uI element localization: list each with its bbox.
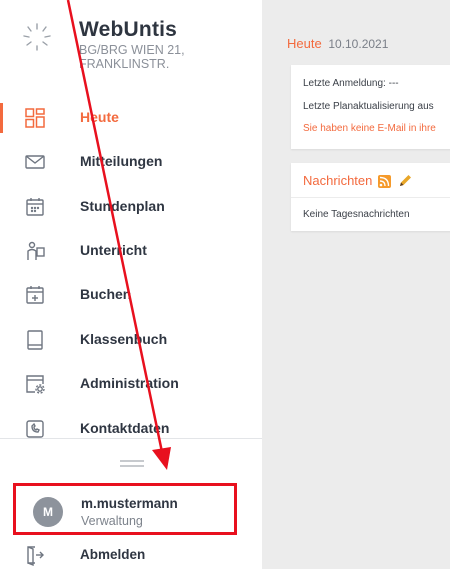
today-label: Heute <box>287 36 322 51</box>
dashboard-icon <box>25 108 45 128</box>
sidebar-item-label: Heute <box>80 109 119 125</box>
sidebar-item-klassenbuch[interactable]: Klassenbuch <box>0 318 262 362</box>
news-card: Nachrichten Keine Tagesnachrichten <box>291 163 450 231</box>
main-content: Heute 10.10.2021 Letzte Anmeldung: --- L… <box>262 0 450 569</box>
page-title: Heute 10.10.2021 <box>287 36 388 51</box>
sidebar-item-label: Unterricht <box>80 242 147 258</box>
sidebar-item-mitteilungen[interactable]: Mitteilungen <box>0 140 262 184</box>
rss-icon[interactable] <box>378 175 391 188</box>
sidebar: WebUntis BG/BRG WIEN 21, FRANKLINSTR. He… <box>0 0 262 569</box>
sidebar-item-buchen[interactable]: Buchen <box>0 273 262 317</box>
sidebar-item-kontaktdaten[interactable]: Kontaktdaten <box>0 407 262 451</box>
avatar: M <box>33 497 63 527</box>
news-empty-text: Keine Tagesnachrichten <box>303 209 410 220</box>
sidebar-item-administration[interactable]: Administration <box>0 362 262 406</box>
sidebar-item-label: Stundenplan <box>80 198 165 214</box>
last-login-text: Letzte Anmeldung: --- <box>303 78 399 89</box>
app-title: WebUntis <box>79 18 178 41</box>
webuntis-logo-icon <box>23 23 51 51</box>
logout-door-icon <box>27 546 44 566</box>
sidebar-item-label: Kontaktdaten <box>80 420 170 436</box>
user-role: Verwaltung <box>81 514 143 528</box>
last-update-text: Letzte Planaktualisierung aus <box>303 101 434 112</box>
calendar-plus-icon <box>26 286 44 304</box>
sidebar-item-label: Administration <box>80 375 179 391</box>
teacher-icon <box>27 241 45 260</box>
sidebar-item-label: Mitteilungen <box>80 153 163 169</box>
settings-window-icon <box>26 375 45 394</box>
school-name: BG/BRG WIEN 21, FRANKLINSTR. <box>79 43 185 71</box>
footer-divider <box>0 438 262 439</box>
envelope-icon <box>25 155 45 169</box>
sidebar-item-label: Klassenbuch <box>80 331 168 347</box>
news-header: Nachrichten <box>291 163 450 198</box>
logout-button[interactable]: Abmelden <box>0 540 262 569</box>
email-warning-link[interactable]: Sie haben keine E-Mail in ihre <box>303 123 436 134</box>
calendar-icon <box>26 198 44 216</box>
logout-label: Abmelden <box>80 547 146 562</box>
contact-card-icon <box>26 420 44 438</box>
news-title: Nachrichten <box>303 173 373 188</box>
user-profile-highlight[interactable]: M m.mustermann Verwaltung <box>13 483 237 535</box>
drawer-handle[interactable] <box>110 455 154 471</box>
sidebar-item-heute[interactable]: Heute <box>0 96 262 140</box>
pencil-icon[interactable] <box>397 173 413 189</box>
info-card: Letzte Anmeldung: --- Letzte Planaktuali… <box>291 65 450 149</box>
book-icon <box>27 330 43 350</box>
sidebar-item-unterricht[interactable]: Unterricht <box>0 229 262 273</box>
user-name: m.mustermann <box>81 496 178 511</box>
sidebar-item-stundenplan[interactable]: Stundenplan <box>0 185 262 229</box>
sidebar-item-label: Buchen <box>80 286 132 302</box>
current-date: 10.10.2021 <box>328 37 389 51</box>
